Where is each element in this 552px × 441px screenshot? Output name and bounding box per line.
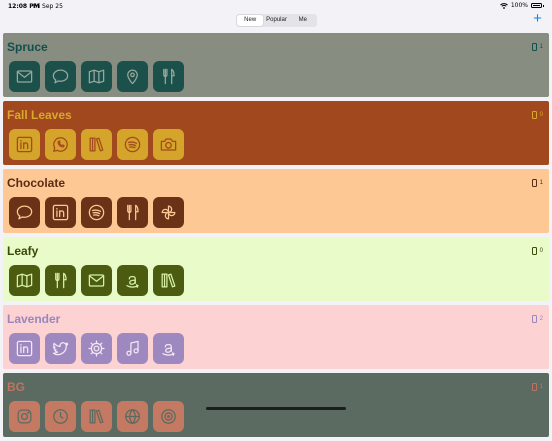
map-icon[interactable] xyxy=(81,61,112,92)
amazon-icon[interactable] xyxy=(117,265,148,296)
chat-bubble-icon[interactable] xyxy=(9,197,40,228)
target-icon[interactable] xyxy=(153,401,184,432)
status-bar: 12:08 PM Fri Sep 25 100% xyxy=(0,0,552,12)
phone-icon xyxy=(531,179,537,187)
linkedin-icon[interactable] xyxy=(9,129,40,160)
spotify-icon[interactable] xyxy=(81,197,112,228)
install-count-badge: 0 xyxy=(531,111,543,119)
install-count-badge: 1 xyxy=(531,383,543,391)
wifi-icon xyxy=(499,2,508,9)
phone-icon xyxy=(531,43,537,51)
phone-icon xyxy=(531,383,537,391)
books-icon[interactable] xyxy=(81,129,112,160)
gear-icon[interactable] xyxy=(81,333,112,364)
fork-knife-icon[interactable] xyxy=(117,197,148,228)
install-count: 1 xyxy=(539,44,543,50)
pinwheel-icon[interactable] xyxy=(153,197,184,228)
linkedin-icon[interactable] xyxy=(45,197,76,228)
books-icon[interactable] xyxy=(81,401,112,432)
linkedin-icon[interactable] xyxy=(9,333,40,364)
mail-icon[interactable] xyxy=(81,265,112,296)
install-count: 1 xyxy=(539,180,543,186)
add-button[interactable]: + xyxy=(531,11,544,26)
camera-icon[interactable] xyxy=(153,129,184,160)
icon-row xyxy=(9,61,184,92)
battery-percent: 100% xyxy=(510,2,528,9)
globe-icon[interactable] xyxy=(117,401,148,432)
theme-title: Leafy xyxy=(7,244,39,258)
clock-icon[interactable] xyxy=(45,401,76,432)
install-count: 0 xyxy=(539,112,543,118)
phone-icon xyxy=(531,247,537,255)
theme-title: Spruce xyxy=(7,40,48,54)
theme-card[interactable]: Lavender 2 xyxy=(3,305,549,369)
music-note-icon[interactable] xyxy=(117,333,148,364)
theme-card[interactable]: Fall Leaves 0 xyxy=(3,101,549,165)
fork-knife-icon[interactable] xyxy=(153,61,184,92)
status-right: 100% xyxy=(499,2,544,9)
mail-icon[interactable] xyxy=(9,61,40,92)
theme-card[interactable]: Leafy 0 xyxy=(3,237,549,301)
spotify-icon[interactable] xyxy=(117,129,148,160)
amazon-icon[interactable] xyxy=(153,333,184,364)
install-count-badge: 0 xyxy=(531,247,543,255)
status-date: Fri Sep 25 xyxy=(33,3,63,10)
theme-title: Lavender xyxy=(7,312,61,326)
battery-icon xyxy=(531,3,542,8)
instagram-icon[interactable] xyxy=(9,401,40,432)
location-pin-icon[interactable] xyxy=(117,61,148,92)
chat-bubble-icon[interactable] xyxy=(45,61,76,92)
icon-row xyxy=(9,401,184,432)
map-icon[interactable] xyxy=(9,265,40,296)
whatsapp-icon[interactable] xyxy=(45,129,76,160)
install-count: 0 xyxy=(539,248,543,254)
theme-title: BG xyxy=(7,380,25,394)
home-indicator xyxy=(206,407,346,410)
theme-title: Fall Leaves xyxy=(7,108,72,122)
theme-title: Chocolate xyxy=(7,176,66,190)
theme-list: Spruce 1 Fall Leaves 0 Chocolate 1 Leafy 0 Laven… xyxy=(3,33,549,441)
icon-row xyxy=(9,197,184,228)
top-bar: New Popular Me + xyxy=(0,11,552,32)
fork-knife-icon[interactable] xyxy=(45,265,76,296)
books-icon[interactable] xyxy=(153,265,184,296)
install-count: 2 xyxy=(539,316,543,322)
phone-icon xyxy=(531,315,537,323)
segmented-control: New Popular Me xyxy=(236,14,317,27)
install-count-badge: 2 xyxy=(531,315,543,323)
tab-me[interactable]: Me xyxy=(290,15,316,26)
tab-new[interactable]: New xyxy=(237,15,264,26)
install-count: 1 xyxy=(539,384,543,390)
tab-popular[interactable]: Popular xyxy=(263,15,289,26)
battery-tip xyxy=(543,4,544,7)
theme-card[interactable]: BG 1 xyxy=(3,373,549,437)
icon-row xyxy=(9,129,184,160)
install-count-badge: 1 xyxy=(531,179,543,187)
theme-card[interactable]: Chocolate 1 xyxy=(3,169,549,233)
theme-card[interactable]: Spruce 1 xyxy=(3,33,549,97)
install-count-badge: 1 xyxy=(531,43,543,51)
twitter-icon[interactable] xyxy=(45,333,76,364)
icon-row xyxy=(9,265,184,296)
phone-icon xyxy=(531,111,537,119)
icon-row xyxy=(9,333,184,364)
